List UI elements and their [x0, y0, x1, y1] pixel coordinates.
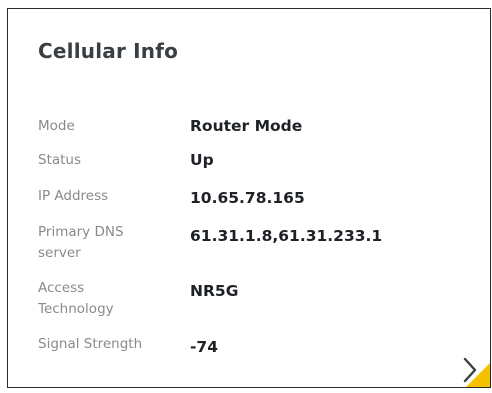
card-title: Cellular Info — [38, 39, 179, 63]
ip-address-label: IP Address — [38, 188, 109, 204]
primary-dns-label: Primary DNS server — [38, 224, 124, 261]
access-technology-label: Access Technology — [38, 280, 114, 317]
mode-label: Mode — [38, 118, 75, 134]
status-label: Status — [38, 152, 82, 168]
primary-dns-value: 61.31.1.8,61.31.233.1 — [190, 227, 383, 245]
mode-value: Router Mode — [190, 117, 303, 135]
access-technology-value: NR5G — [190, 282, 239, 300]
status-value: Up — [190, 151, 214, 169]
signal-strength-value: -74 — [190, 338, 219, 356]
next-button[interactable] — [460, 357, 490, 387]
ip-address-value: 10.65.78.165 — [190, 189, 305, 207]
signal-strength-label: Signal Strength — [38, 336, 143, 352]
chevron-right-icon — [463, 357, 490, 387]
cellular-info-card: Cellular Info Mode Router Mode Status Up… — [7, 8, 491, 388]
